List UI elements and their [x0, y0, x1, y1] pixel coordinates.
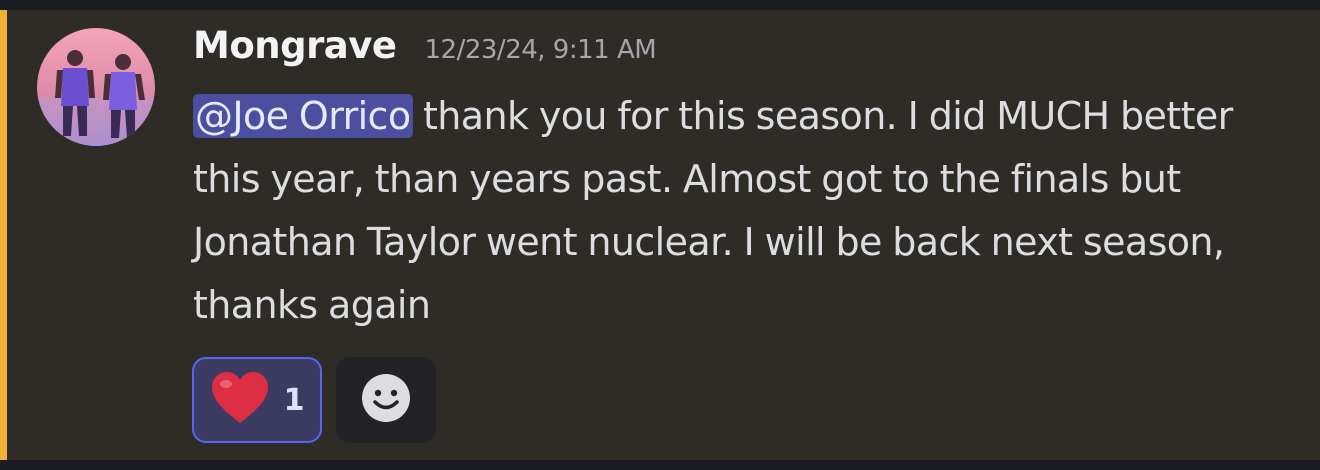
- smiley-face-icon: [361, 373, 411, 428]
- message-header: Mongrave 12/23/24, 9:11 AM: [193, 24, 657, 67]
- message-container: Mongrave 12/23/24, 9:11 AM @Joe Orrico t…: [0, 10, 1320, 460]
- avatar-image: [37, 28, 155, 146]
- mention-highlight-bar: [0, 10, 7, 460]
- reaction-count: 1: [283, 382, 305, 418]
- user-mention[interactable]: @Joe Orrico: [193, 94, 413, 138]
- message-content: @Joe Orrico thank you for this season. I…: [193, 85, 1298, 337]
- add-reaction-button[interactable]: [336, 357, 436, 443]
- reaction-heart[interactable]: 1: [192, 357, 322, 443]
- avatar[interactable]: [37, 28, 155, 146]
- username[interactable]: Mongrave: [193, 24, 397, 67]
- timestamp[interactable]: 12/23/24, 9:11 AM: [425, 35, 657, 65]
- heart-icon: [210, 371, 270, 430]
- reaction-bar: 1: [192, 357, 436, 443]
